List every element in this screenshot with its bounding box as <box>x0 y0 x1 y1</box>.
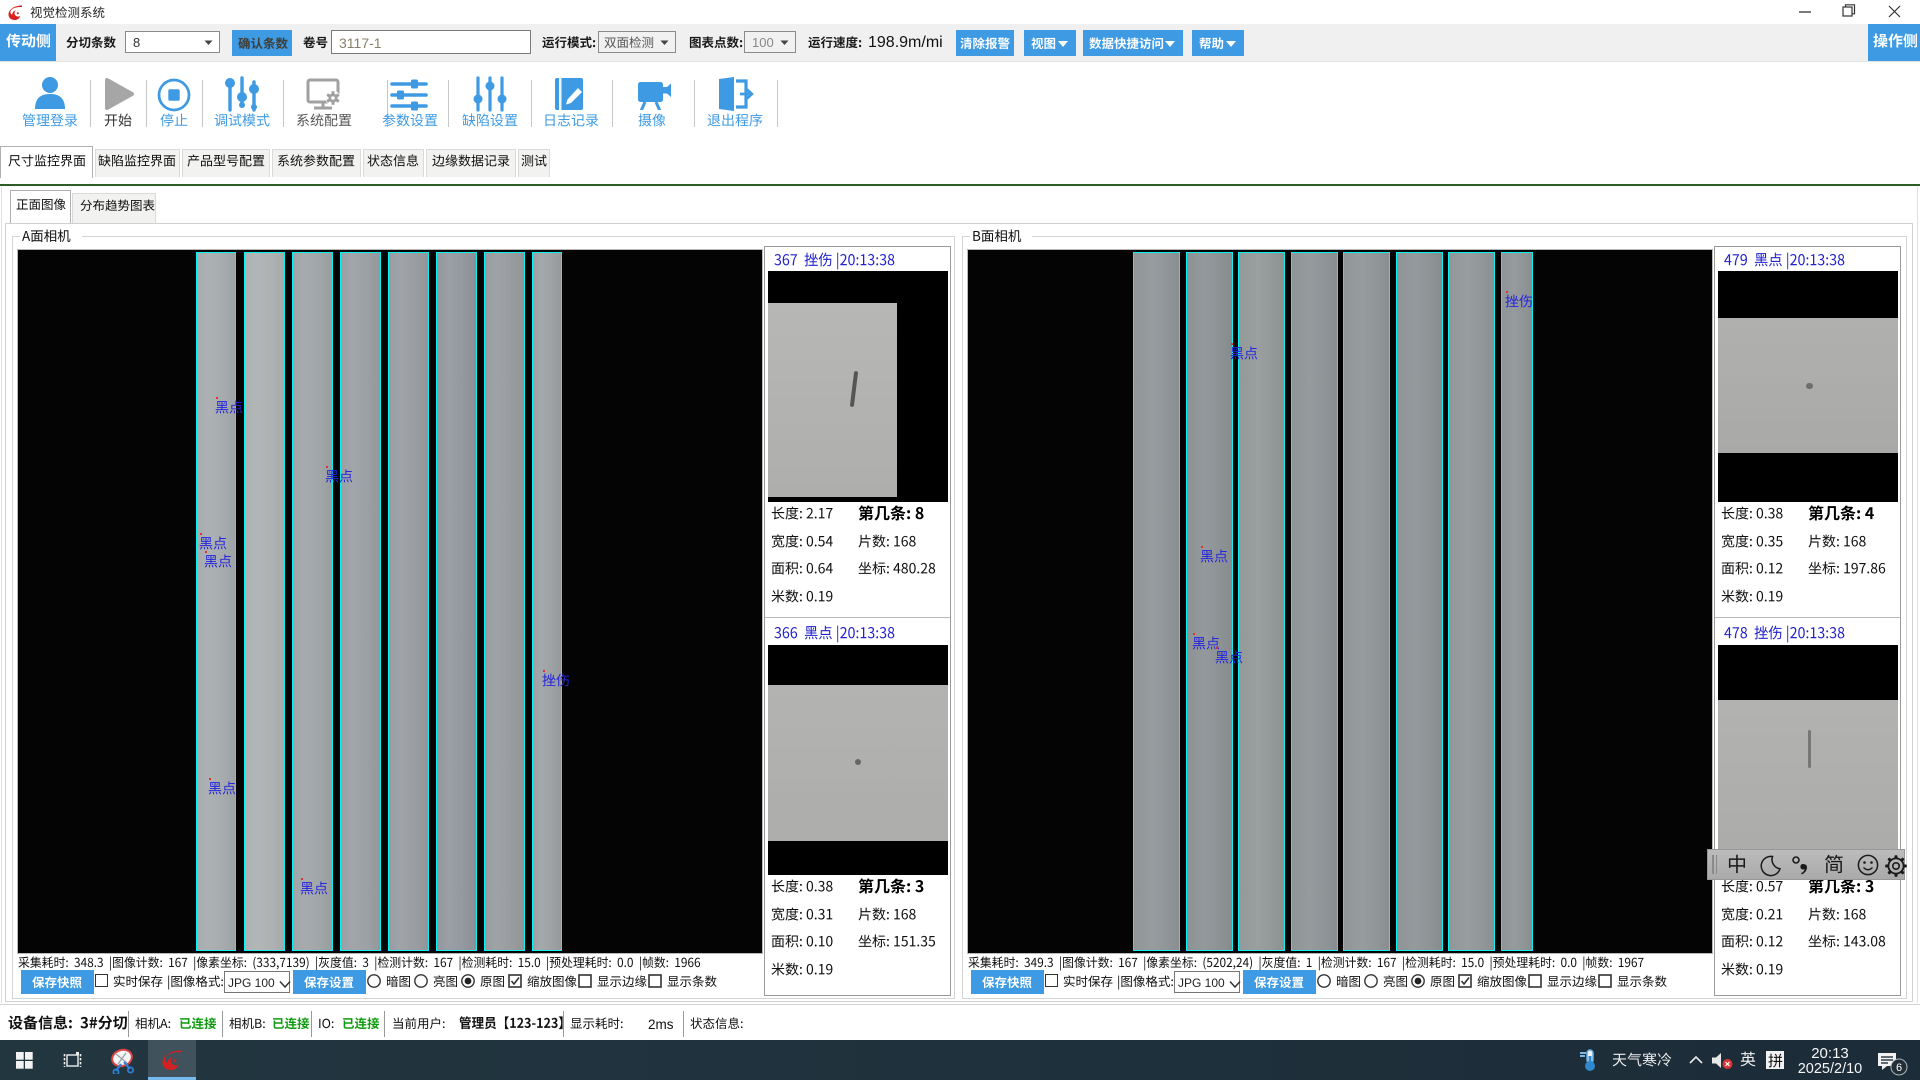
svg-text:6: 6 <box>1896 1062 1902 1074</box>
